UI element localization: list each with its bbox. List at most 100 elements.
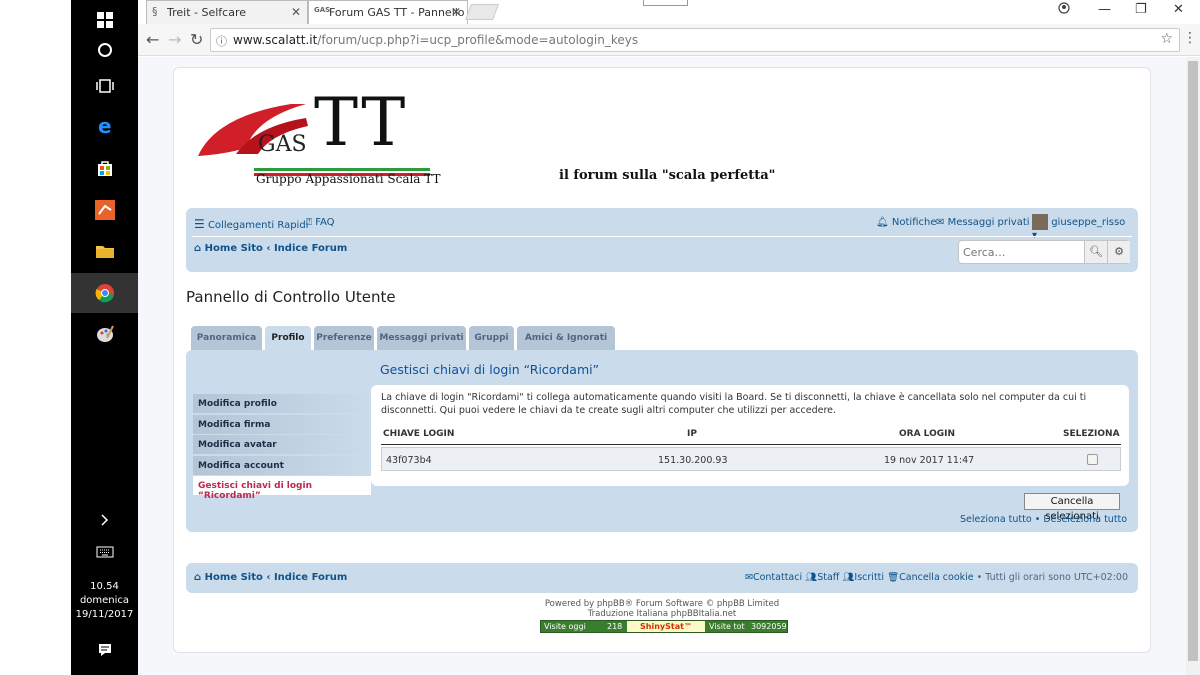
link-separator: • — [1034, 514, 1041, 525]
bell-icon: 🔔︎ — [876, 217, 889, 228]
gear-icon[interactable]: ⚙ — [1107, 241, 1130, 263]
contact-link[interactable]: Contattaci — [753, 572, 802, 583]
footer-forum-index[interactable]: Indice Forum — [274, 572, 347, 583]
tab-forum[interactable]: GAS Forum GAS TT - Pannello ✕ — [308, 0, 468, 24]
profile-icon[interactable] — [1058, 2, 1070, 18]
back-arrow-icon[interactable]: ← — [146, 30, 159, 49]
tab-friends-foes[interactable]: Amici & Ignorati — [517, 326, 615, 350]
svg-text:e: e — [98, 116, 112, 136]
cp-panel: Modifica profilo Modifica firma Modifica… — [186, 350, 1138, 532]
sidebar-item-edit-profile[interactable]: Modifica profilo — [193, 394, 371, 414]
tab-strip: § Treit - Selfcare ✕ GAS Forum GAS TT - … — [138, 0, 1200, 24]
shinystat-counter[interactable]: Visite oggi 218 ShinyStat™ Visite tot 30… — [540, 620, 788, 633]
content-title: Gestisci chiavi di login “Ricordami” — [380, 362, 600, 377]
file-explorer-icon[interactable] — [71, 231, 138, 271]
clock-day: domenica — [79, 595, 130, 606]
search-box: 🔍︎ ⚙ — [958, 240, 1130, 264]
login-keys-description: La chiave di login "Ricordami" ti colleg… — [381, 392, 1087, 416]
cancel-selected-button[interactable]: Cancella selezionati — [1024, 493, 1120, 522]
scrollbar-thumb[interactable] — [1188, 61, 1198, 661]
column-header: CHIAVE LOGIN — [383, 429, 455, 439]
tab-label: Forum GAS TT - Pannello — [329, 6, 465, 19]
select-checkbox[interactable] — [1087, 454, 1098, 465]
tab-profile[interactable]: Profilo — [265, 326, 311, 352]
footer-links: ✉Contattaci 👥︎Staff 👥︎Iscritti 🗑︎Cancell… — [745, 572, 1128, 583]
logo-gas-text: GAS — [258, 132, 307, 157]
sidebar-item-login-keys[interactable]: Gestisci chiavi di login “Ricordami” — [193, 476, 371, 501]
chrome-window: § Treit - Selfcare ✕ GAS Forum GAS TT - … — [138, 0, 1200, 675]
quick-links-menu[interactable]: ☰ Collegamenti Rapidi — [194, 217, 308, 231]
select-all-link[interactable]: Seleziona tutto — [960, 514, 1032, 525]
tab-groups[interactable]: Gruppi — [469, 326, 514, 350]
deselect-all-link[interactable]: Deseleziona tutto — [1043, 514, 1127, 525]
delete-cookies-link[interactable]: Cancella cookie — [899, 572, 974, 583]
staff-link[interactable]: Staff — [817, 572, 839, 583]
visits-total-label: Visite tot — [709, 622, 745, 631]
close-icon[interactable]: ✕ — [291, 5, 301, 19]
taskbar-clock[interactable]: 10.54 domenica 19/11/2017 — [71, 580, 138, 622]
breadcrumb-forum-index[interactable]: Indice Forum — [274, 243, 347, 254]
clock-date: 19/11/2017 — [75, 609, 134, 620]
help-icon: ⍰ — [306, 217, 312, 228]
visits-total-value: 3092059 — [751, 622, 787, 631]
avatar — [1032, 214, 1048, 230]
keyboard-icon[interactable] — [71, 532, 138, 572]
tab-overview[interactable]: Panoramica — [191, 326, 262, 350]
sidebar-item-edit-avatar[interactable]: Modifica avatar — [193, 435, 371, 455]
chrome-menu-icon[interactable]: ⋮ — [1183, 30, 1197, 46]
edge-browser-icon[interactable]: e — [71, 106, 138, 146]
ip-value: 151.30.200.93 — [658, 455, 728, 466]
timezone-note: • Tutti gli orari sono UTC+02:00 — [976, 572, 1128, 583]
store-icon[interactable] — [71, 148, 138, 188]
task-view-icon[interactable] — [71, 66, 138, 106]
vertical-scrollbar[interactable] — [1186, 57, 1200, 675]
tab-label: Treit - Selfcare — [167, 6, 246, 19]
trash-icon: 🗑︎ — [887, 572, 900, 583]
gastt-favicon-icon: GAS — [314, 6, 331, 14]
tab-preferences[interactable]: Preferenze — [314, 326, 374, 350]
private-messages-link[interactable]: ✉ Messaggi privati — [936, 217, 1030, 228]
info-icon[interactable]: ⓘ — [216, 33, 227, 49]
footer-home-site[interactable]: Home Sito — [205, 572, 263, 583]
close-icon[interactable]: ✕ — [451, 5, 461, 19]
new-tab-button[interactable] — [465, 4, 499, 20]
sidebar-item-edit-signature[interactable]: Modifica firma — [193, 414, 371, 435]
address-bar[interactable]: ⓘ www.scalatt.it/forum/ucp.php?i=ucp_pro… — [210, 28, 1180, 52]
bookmark-star-icon[interactable]: ☆ — [1160, 31, 1173, 47]
notifications-label: Notifiche — [891, 217, 937, 228]
window-drag-handle — [643, 0, 688, 6]
restore-icon[interactable]: ❐ — [1135, 2, 1147, 17]
chrome-icon[interactable] — [71, 273, 138, 313]
powered-by: Powered by phpBB® Forum Software © phpBB… — [544, 599, 780, 609]
envelope-icon: ✉ — [936, 217, 945, 228]
faq-label: FAQ — [315, 217, 335, 228]
column-header: SELEZIONA — [1063, 429, 1120, 439]
app-orange-icon[interactable] — [71, 190, 138, 230]
breadcrumb-home-site[interactable]: Home Sito — [205, 243, 263, 254]
notifications-link[interactable]: 🔔︎ Notifiche — [876, 217, 936, 228]
cortana-search-icon[interactable] — [71, 30, 138, 70]
search-input[interactable] — [959, 241, 1083, 263]
tab-treit[interactable]: § Treit - Selfcare ✕ — [146, 0, 308, 24]
forward-arrow-icon[interactable]: → — [168, 30, 181, 49]
column-header: ORA LOGIN — [899, 429, 956, 439]
members-link[interactable]: Iscritti — [854, 572, 884, 583]
search-icon[interactable]: 🔍︎ — [1084, 241, 1107, 263]
sidebar-item-edit-account[interactable]: Modifica account — [193, 455, 371, 476]
envelope-icon: ✉ — [744, 572, 753, 583]
reload-icon[interactable]: ↻ — [190, 30, 203, 49]
paint-icon[interactable] — [71, 314, 138, 354]
url-path: /forum/ucp.php?i=ucp_profile&mode=autolo… — [317, 33, 639, 47]
tab-private-messages[interactable]: Messaggi privati — [377, 326, 466, 350]
faq-link[interactable]: ⍰ FAQ — [306, 217, 335, 228]
forum-page: GAS TT Gruppo Appassionati Scala TT il f… — [173, 67, 1151, 653]
column-header: IP — [687, 429, 697, 439]
page-viewport: GAS TT Gruppo Appassionati Scala TT il f… — [138, 57, 1200, 675]
screen-margin — [0, 0, 71, 675]
breadcrumb: ⌂ Home Sito ‹ Indice Forum — [194, 243, 347, 254]
close-window-icon[interactable]: ✕ — [1173, 2, 1184, 17]
notification-center-icon[interactable] — [71, 630, 138, 670]
treit-favicon-icon: § — [152, 5, 158, 18]
minimize-icon[interactable]: — — [1098, 2, 1111, 17]
visits-today-label: Visite oggi — [544, 622, 586, 631]
